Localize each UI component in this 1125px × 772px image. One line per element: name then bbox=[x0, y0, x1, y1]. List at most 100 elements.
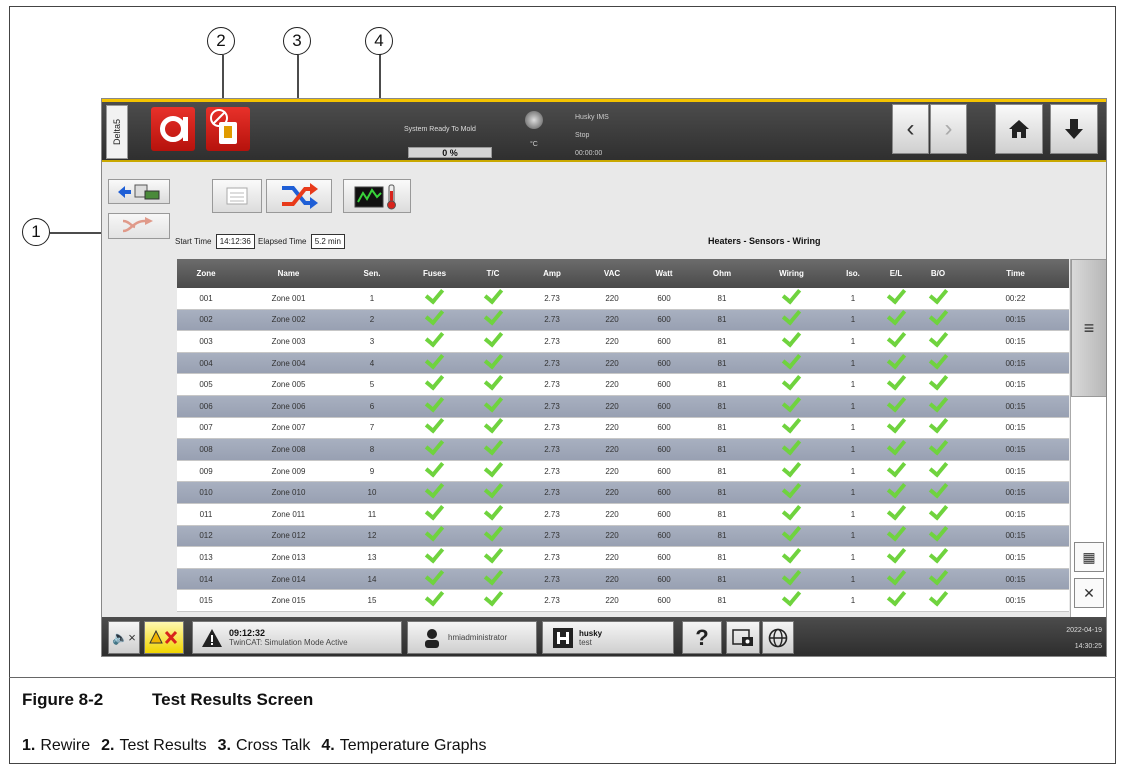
table-row[interactable]: 010 Zone 010 10 2.73 220 600 81 1 00:15 bbox=[177, 478, 1069, 504]
table-row[interactable]: 012 Zone 012 12 2.73 220 600 81 1 00:15 bbox=[177, 521, 1069, 548]
mold-lock-button[interactable] bbox=[206, 107, 250, 151]
column-header[interactable]: Fuses bbox=[402, 269, 467, 278]
cell-pass bbox=[755, 392, 828, 413]
cell-iso: 1 bbox=[850, 488, 856, 498]
home-button[interactable] bbox=[995, 104, 1043, 154]
table-row[interactable]: 011 Zone 011 11 2.73 220 600 81 1 00:15 bbox=[177, 500, 1069, 526]
cell-pass bbox=[878, 586, 914, 607]
column-header[interactable]: Iso. bbox=[828, 269, 878, 278]
mold-status-icon bbox=[525, 111, 543, 129]
column-header[interactable]: Ohm bbox=[689, 269, 755, 278]
help-button[interactable]: ? bbox=[682, 621, 722, 654]
mute-button[interactable]: 🔈× bbox=[108, 621, 140, 654]
column-header[interactable]: Watt bbox=[639, 269, 689, 278]
table-row[interactable]: 015 Zone 015 15 2.73 220 600 81 1 00:15 bbox=[177, 586, 1069, 612]
cross-talk-button[interactable] bbox=[266, 179, 332, 213]
column-header[interactable]: Name bbox=[235, 269, 342, 278]
check-icon bbox=[781, 413, 802, 434]
cell-pass bbox=[402, 327, 467, 348]
callout-4-label: 4 bbox=[374, 31, 384, 50]
table-row[interactable]: 002 Zone 002 2 2.73 220 600 81 1 00:15 bbox=[177, 305, 1069, 332]
column-header[interactable]: VAC bbox=[585, 269, 639, 278]
language-button[interactable] bbox=[762, 621, 794, 654]
cell-time: 00:15 bbox=[1005, 552, 1026, 562]
top-bar: Delta5 System Ready To Mold 0 % °C Husky… bbox=[102, 99, 1106, 162]
deselect-button[interactable]: ✕ bbox=[1074, 578, 1104, 608]
table-row[interactable]: 006 Zone 006 6 2.73 220 600 81 1 00:15 bbox=[177, 392, 1069, 418]
rewire-button[interactable] bbox=[108, 213, 170, 239]
cell-zone: 006 bbox=[199, 401, 213, 411]
cell-ohm: 81 bbox=[717, 423, 727, 433]
cell-ohm: 81 bbox=[717, 488, 727, 498]
mold-lock-icon bbox=[219, 122, 237, 144]
elapsed-time-value: 5.2 min bbox=[310, 234, 345, 249]
cell-vac: 220 bbox=[605, 293, 619, 303]
cell-amp: 2.73 bbox=[544, 552, 560, 562]
cell-time: 00:15 bbox=[1005, 531, 1026, 541]
column-header[interactable]: T/C bbox=[467, 269, 519, 278]
cell-pass bbox=[755, 564, 828, 586]
cell-iso: 1 bbox=[850, 596, 856, 606]
cell-vac: 220 bbox=[605, 552, 619, 562]
bottom-bar: 🔈× 09:12:32 TwinCAT: Simulation Mode Act… bbox=[102, 617, 1106, 656]
table-row[interactable]: 005 Zone 005 5 2.73 220 600 81 1 00:15 bbox=[177, 370, 1069, 396]
table-row[interactable]: 004 Zone 004 4 2.73 220 600 81 1 00:15 bbox=[177, 349, 1069, 375]
column-header[interactable]: Amp bbox=[519, 269, 585, 278]
column-header[interactable]: Zone bbox=[177, 269, 235, 278]
back-button[interactable]: ‹ bbox=[892, 104, 929, 154]
cell-zone: 010 bbox=[199, 488, 213, 498]
table-row[interactable]: 009 Zone 009 9 2.73 220 600 81 1 00:15 bbox=[177, 457, 1069, 483]
cell-vac: 220 bbox=[605, 574, 619, 584]
column-header[interactable]: Sen. bbox=[342, 269, 402, 278]
help-icon: ? bbox=[695, 624, 709, 650]
check-icon bbox=[928, 370, 948, 391]
check-icon bbox=[781, 327, 802, 348]
column-header[interactable]: Time bbox=[962, 269, 1069, 278]
table-row[interactable]: 013 Zone 013 13 2.73 220 600 81 1 00:15 bbox=[177, 543, 1069, 569]
cell-pass bbox=[878, 327, 914, 348]
column-header[interactable]: E/L bbox=[878, 269, 914, 278]
home-icon bbox=[1009, 120, 1029, 138]
alarm-reset-button[interactable] bbox=[144, 621, 184, 654]
altanium-logo-button[interactable] bbox=[151, 107, 195, 151]
forward-button[interactable]: › bbox=[930, 104, 967, 154]
scroll-thumb[interactable]: ≡ bbox=[1071, 259, 1106, 397]
cell-pass bbox=[878, 349, 914, 370]
cell-pass bbox=[467, 586, 519, 607]
screenshot-button[interactable] bbox=[726, 621, 760, 654]
cell-watt: 600 bbox=[657, 315, 671, 325]
table-row[interactable]: 003 Zone 003 3 2.73 220 600 81 1 00:15 bbox=[177, 327, 1069, 353]
table-row[interactable]: 008 Zone 008 8 2.73 220 600 81 1 00:15 bbox=[177, 435, 1069, 461]
cell-pass bbox=[914, 435, 962, 456]
cell-iso: 1 bbox=[850, 293, 856, 303]
cell-ohm: 81 bbox=[717, 444, 727, 454]
test-results-icon bbox=[226, 187, 248, 205]
table-row[interactable]: 014 Zone 014 14 2.73 220 600 81 1 00:15 bbox=[177, 564, 1069, 591]
temperature-graphs-button[interactable] bbox=[343, 179, 411, 213]
column-header[interactable]: Wiring bbox=[755, 269, 828, 278]
legend-label: Rewire bbox=[40, 737, 91, 754]
date: 2022-04-19 bbox=[1066, 627, 1102, 634]
table-row[interactable]: 007 Zone 007 7 2.73 220 600 81 1 00:15 bbox=[177, 413, 1069, 440]
alarm-banner[interactable]: 09:12:32 TwinCAT: Simulation Mode Active bbox=[192, 621, 402, 654]
temp-unit: °C bbox=[530, 141, 538, 148]
cell-sen: 10 bbox=[367, 488, 377, 498]
husky-button[interactable]: husky test bbox=[542, 621, 674, 654]
column-header[interactable]: B/O bbox=[914, 269, 962, 278]
back-to-tools-button[interactable] bbox=[108, 179, 170, 204]
cell-name: Zone 004 bbox=[271, 358, 306, 368]
cell-time: 00:15 bbox=[1005, 380, 1026, 390]
test-results-button[interactable] bbox=[212, 179, 262, 213]
cross-talk-icon bbox=[282, 183, 318, 209]
check-icon bbox=[483, 478, 503, 499]
table-row[interactable]: 001 Zone 001 1 2.73 220 600 81 1 00:22 bbox=[177, 284, 1069, 310]
download-button[interactable] bbox=[1050, 104, 1098, 154]
elapsed-time-label: Elapsed Time bbox=[258, 237, 307, 246]
user-button[interactable]: hmiadministrator bbox=[407, 621, 537, 654]
cell-pass bbox=[878, 305, 914, 326]
side-tab[interactable]: Delta5 bbox=[106, 105, 128, 159]
check-icon bbox=[483, 521, 503, 542]
select-all-button[interactable]: ▦ bbox=[1074, 542, 1104, 572]
cell-pass bbox=[914, 392, 962, 413]
table-body: 001 Zone 001 1 2.73 220 600 81 1 00:22 002 Zone 00… bbox=[177, 284, 1069, 612]
